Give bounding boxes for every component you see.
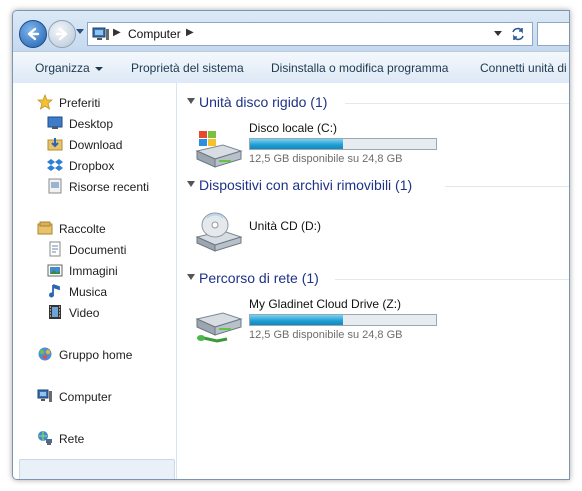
libraries-icon [37,221,53,235]
refresh-icon[interactable] [510,26,526,42]
drive-item-local-disk[interactable]: Disco locale (C:) 12,5 GB disponibile su… [193,121,453,181]
group-divider [345,103,569,104]
group-divider [335,279,569,280]
organize-button[interactable]: Organizza [35,61,103,75]
sidebar-item-label: Desktop [69,117,114,131]
sidebar-item-label: Preferiti [59,96,101,110]
usage-bar-fill [250,139,343,149]
back-button[interactable] [19,20,47,48]
chevron-down-icon [94,66,103,71]
homegroup-icon [38,347,52,361]
download-folder-icon [47,138,63,151]
drive-item-gladinet[interactable]: My Gladinet Cloud Drive (Z:) 12,5 GB dis… [193,297,453,357]
sidebar-item-label: Download [69,138,123,152]
breadcrumb-computer[interactable]: Computer [128,27,181,41]
map-network-drive-button[interactable]: Connetti unità di rete [480,61,569,75]
hard-drive-windows-icon [195,131,243,168]
drive-item-cd[interactable]: Unità CD (D:) [193,205,453,265]
organize-label: Organizza [35,61,90,75]
forward-arrow-icon [55,27,68,41]
music-icon [49,284,60,298]
usage-bar [249,138,437,150]
drive-name: My Gladinet Cloud Drive (Z:) [249,297,402,311]
computer-icon [92,27,109,40]
sidebar-item-label: Dropbox [69,159,115,173]
drive-free-space: 12,5 GB disponibile su 24,8 GB [249,153,403,165]
computer-icon [37,389,52,402]
content-pane: Unità disco rigido (1) Disco locale (C:)… [177,83,569,479]
sidebar-selection-highlight [19,459,175,479]
pictures-icon [47,264,63,277]
group-header-hard-drives[interactable]: Unità disco rigido (1) [185,94,569,112]
sidebar-item-label: Video [69,306,100,320]
dropbox-icon [47,159,63,171]
drive-name: Unità CD (D:) [249,219,322,233]
collapse-triangle-icon[interactable] [187,181,195,187]
network-drive-icon [195,312,243,343]
breadcrumb-separator-icon[interactable]: ▶ [186,27,194,38]
usage-bar-fill [250,315,343,325]
usage-bar [249,314,437,326]
documents-icon [49,241,61,257]
recent-places-icon [48,178,62,194]
address-bar[interactable]: ▶ Computer ▶ [87,22,533,46]
drive-free-space: 12,5 GB disponibile su 24,8 GB [249,329,403,341]
group-header-removable[interactable]: Dispositivi con archivi rimovibili (1) [185,177,569,195]
address-toolbar: ▶ Computer ▶ [13,11,569,51]
back-arrow-icon [27,27,40,41]
group-header-network-location[interactable]: Percorso di rete (1) [185,270,569,288]
command-bar: Organizza Proprietà del sistema Disinsta… [13,51,569,84]
group-title: Dispositivi con archivi rimovibili (1) [199,177,413,193]
group-divider [445,186,569,187]
search-input[interactable] [537,22,569,46]
group-title: Percorso di rete (1) [199,270,319,286]
collapse-triangle-icon[interactable] [187,98,195,104]
explorer-window: ▶ Computer ▶ Organizza Proprietà del sis… [12,10,570,480]
sidebar-item-label: Computer [59,390,112,404]
sidebar-item-label: Musica [69,285,108,299]
desktop-icon [47,116,63,129]
cd-drive-icon [195,212,243,252]
star-icon [37,94,53,110]
collapse-triangle-icon[interactable] [187,274,195,280]
address-history-dropdown[interactable] [494,31,502,36]
sidebar-item-label: Gruppo home [59,348,133,362]
sidebar-item-label: Raccolte [59,222,106,236]
recent-pages-dropdown[interactable] [76,29,84,34]
system-properties-button[interactable]: Proprietà del sistema [131,61,244,75]
network-icon [38,431,52,445]
sidebar-item-label: Documenti [69,243,127,257]
group-title: Unità disco rigido (1) [199,94,328,110]
sidebar-item-label: Immagini [69,264,118,278]
sidebar-item-label: Rete [59,432,85,446]
uninstall-program-button[interactable]: Disinstalla o modifica programma [271,61,448,75]
video-icon [49,305,61,319]
navigation-pane: Preferiti Desktop Download Dropbox Risor… [13,83,177,479]
drive-name: Disco locale (C:) [249,121,338,135]
sidebar-item-label: Risorse recenti [69,180,150,194]
forward-button[interactable] [48,20,76,48]
breadcrumb-separator-icon[interactable]: ▶ [113,27,121,38]
